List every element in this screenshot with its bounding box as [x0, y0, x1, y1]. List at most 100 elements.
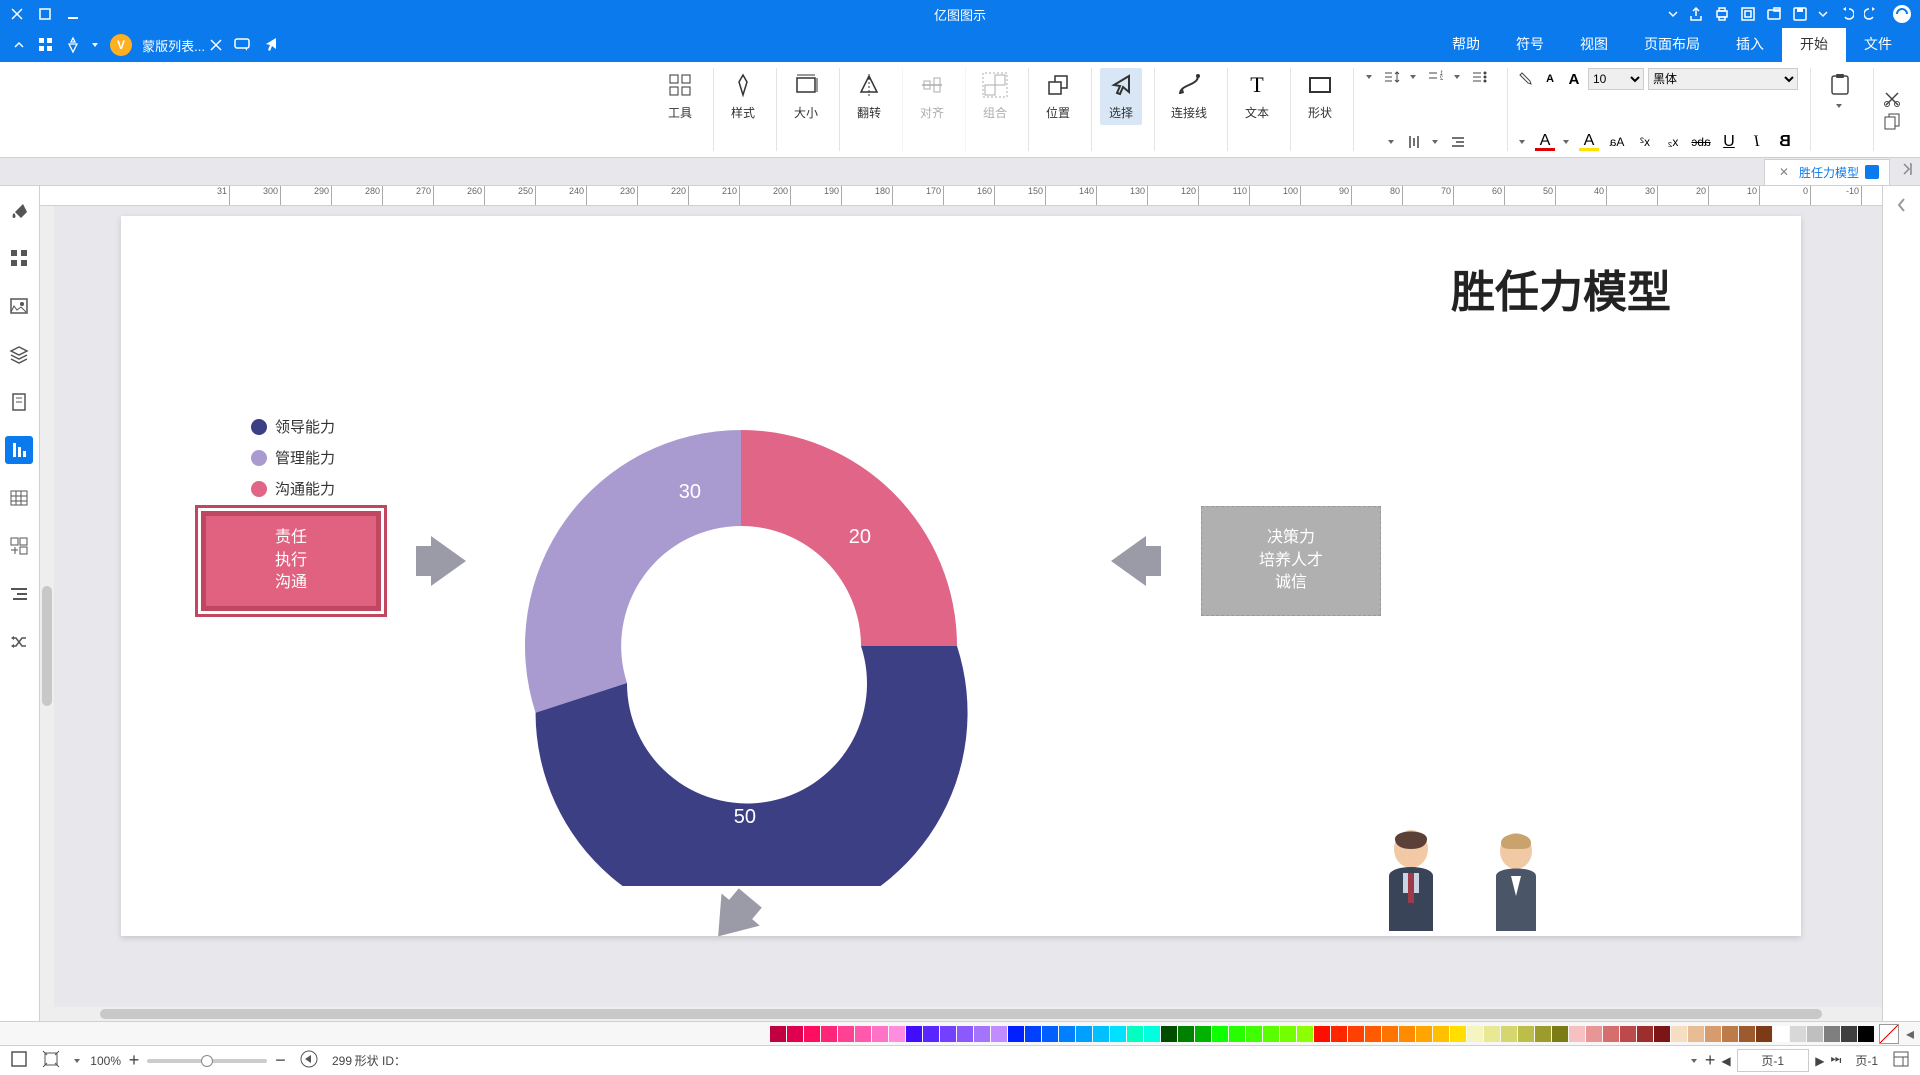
menu-symbols[interactable]: 符号 — [1498, 26, 1562, 62]
bold-icon[interactable]: B — [1775, 133, 1795, 151]
theme-icon[interactable] — [64, 36, 82, 54]
menu-view[interactable]: 视图 — [1562, 26, 1626, 62]
color-swatch[interactable] — [804, 1026, 820, 1042]
color-swatch[interactable] — [821, 1026, 837, 1042]
document-tab[interactable]: 胜任力模型 ✕ — [1764, 159, 1890, 185]
redo-icon[interactable] — [1838, 6, 1854, 22]
close-button[interactable] — [10, 7, 24, 21]
color-swatch[interactable] — [1535, 1026, 1551, 1042]
rail-chart-icon[interactable] — [6, 436, 34, 464]
color-swatch[interactable] — [1025, 1026, 1041, 1042]
case-icon[interactable]: Aa — [1607, 133, 1627, 151]
menu-help[interactable]: 帮助 — [1434, 26, 1498, 62]
user-avatar[interactable]: V — [110, 34, 132, 56]
flip-button[interactable]: 翻转 — [848, 68, 890, 125]
donut-chart[interactable]: 30 50 20 — [501, 406, 981, 886]
color-swatch[interactable] — [1450, 1026, 1466, 1042]
color-swatch[interactable] — [1127, 1026, 1143, 1042]
zoom-menu-icon[interactable] — [74, 1059, 80, 1063]
rail-page-icon[interactable] — [6, 388, 34, 416]
rail-image-icon[interactable] — [6, 292, 34, 320]
color-swatch[interactable] — [1195, 1026, 1211, 1042]
color-swatch[interactable] — [1365, 1026, 1381, 1042]
select-button[interactable]: 选择 — [1100, 68, 1142, 125]
style-button[interactable]: 样式 — [722, 68, 764, 125]
color-swatch[interactable] — [1790, 1026, 1806, 1042]
color-swatch[interactable] — [1756, 1026, 1772, 1042]
vertical-scrollbar[interactable] — [40, 206, 54, 1007]
color-swatch[interactable] — [770, 1026, 786, 1042]
canvas-page[interactable]: 胜任力模型 决策力 培养人才 诚信 — [121, 216, 1801, 936]
rail-shuffle-icon[interactable] — [6, 628, 34, 656]
left-panel-toggle-icon[interactable] — [1893, 196, 1911, 219]
color-swatch[interactable] — [923, 1026, 939, 1042]
zoom-in-icon[interactable]: + — [129, 1050, 140, 1071]
page-prev-icon[interactable]: ◀ — [1815, 1054, 1824, 1068]
color-swatch[interactable] — [1569, 1026, 1585, 1042]
fullscreen-icon[interactable] — [10, 1050, 28, 1071]
color-swatch[interactable] — [1518, 1026, 1534, 1042]
color-swatch[interactable] — [1807, 1026, 1823, 1042]
menu-insert[interactable]: 插入 — [1718, 26, 1782, 62]
rail-grid-icon[interactable] — [6, 532, 34, 560]
colorbar-expand-icon[interactable]: ▸ — [1906, 1024, 1914, 1044]
comment-tool-icon[interactable] — [233, 36, 251, 54]
open-icon[interactable] — [1766, 6, 1782, 22]
size-button[interactable]: 大小 — [785, 68, 827, 125]
save-icon[interactable] — [1792, 6, 1808, 22]
color-swatch[interactable] — [855, 1026, 871, 1042]
shape-button[interactable]: 形状 — [1299, 68, 1341, 125]
color-swatch[interactable] — [1314, 1026, 1330, 1042]
zoom-out-icon[interactable]: − — [275, 1050, 286, 1071]
arrow-left-icon[interactable] — [1091, 526, 1161, 601]
position-button[interactable]: 位置 — [1037, 68, 1079, 125]
color-swatch[interactable] — [940, 1026, 956, 1042]
text-button[interactable]: T 文本 — [1236, 68, 1278, 125]
menu-file[interactable]: 文件 — [1846, 26, 1910, 62]
no-color-swatch[interactable] — [1879, 1024, 1899, 1044]
avatar-dropdown-icon[interactable] — [92, 43, 98, 47]
color-swatch[interactable] — [1382, 1026, 1398, 1042]
highlight-icon[interactable]: A — [1579, 133, 1599, 151]
valign-icon[interactable] — [1405, 133, 1425, 151]
color-swatch[interactable] — [957, 1026, 973, 1042]
subscript-icon[interactable]: x₂ — [1663, 133, 1683, 151]
color-swatch[interactable] — [1603, 1026, 1619, 1042]
menu-start[interactable]: 开始 — [1782, 26, 1846, 62]
color-swatch[interactable] — [974, 1026, 990, 1042]
color-swatch[interactable] — [1229, 1026, 1245, 1042]
eyedropper-icon[interactable] — [1516, 70, 1536, 88]
color-swatch[interactable] — [1416, 1026, 1432, 1042]
font-grow-icon[interactable]: A — [1564, 70, 1584, 88]
color-swatch[interactable] — [1824, 1026, 1840, 1042]
color-swatch[interactable] — [1433, 1026, 1449, 1042]
line-spacing-icon[interactable] — [1383, 68, 1403, 86]
color-swatch[interactable] — [787, 1026, 803, 1042]
maximize-button[interactable] — [38, 7, 52, 21]
color-swatch[interactable] — [1076, 1026, 1092, 1042]
responsibility-box-selected[interactable]: 责任 执行 沟通 — [201, 511, 381, 611]
qat-dropdown-icon[interactable] — [1818, 9, 1828, 19]
qat-more-icon[interactable] — [1668, 9, 1678, 19]
page-layout-icon[interactable] — [1892, 1050, 1910, 1071]
color-swatch[interactable] — [1586, 1026, 1602, 1042]
color-swatch[interactable] — [1654, 1026, 1670, 1042]
print-icon[interactable] — [1714, 6, 1730, 22]
numbering-icon[interactable]: 12 — [1427, 68, 1447, 86]
color-swatch[interactable] — [1008, 1026, 1024, 1042]
color-swatch[interactable] — [1144, 1026, 1160, 1042]
arrow-down-icon[interactable] — [696, 886, 766, 961]
color-swatch[interactable] — [1773, 1026, 1789, 1042]
font-size-select[interactable]: 10 — [1588, 68, 1644, 90]
cut-icon[interactable] — [1882, 90, 1902, 108]
export-icon[interactable] — [1740, 6, 1756, 22]
canvas-scroll[interactable]: 胜任力模型 决策力 培养人才 诚信 — [40, 206, 1882, 1021]
share-icon[interactable] — [1688, 6, 1704, 22]
font-shrink-icon[interactable]: A — [1540, 70, 1560, 88]
collapse-ribbon-icon[interactable] — [12, 38, 26, 52]
apps-icon[interactable] — [36, 36, 54, 54]
mask-list-button[interactable]: 蒙版列表... — [142, 36, 223, 55]
page-next-icon[interactable]: ▶ — [1721, 1054, 1730, 1068]
rail-shapes-icon[interactable] — [6, 244, 34, 272]
color-swatch[interactable] — [1331, 1026, 1347, 1042]
